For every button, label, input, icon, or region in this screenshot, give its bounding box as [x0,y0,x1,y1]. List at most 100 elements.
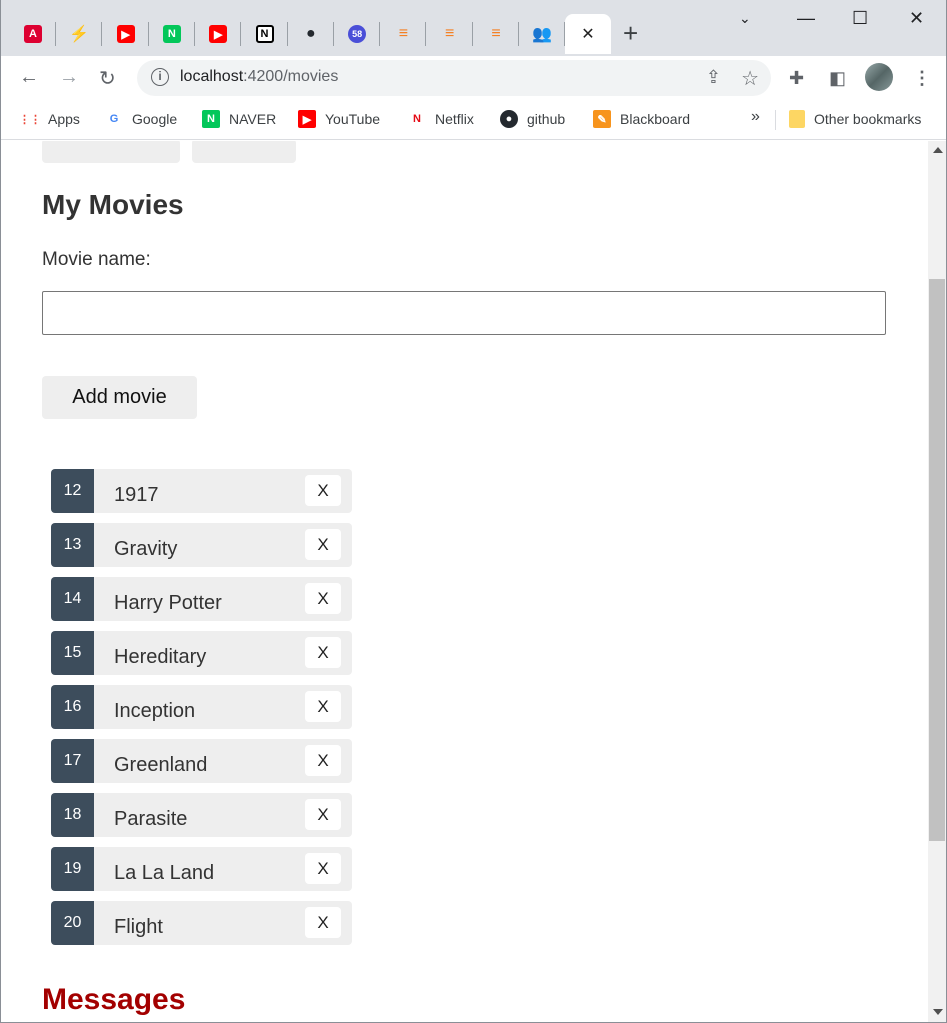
other-bookmarks[interactable]: Other bookmarks [789,109,921,129]
extensions-icon[interactable]: ✚ [789,68,804,89]
browser-tab[interactable]: ⚡ [56,14,103,54]
bookmark-label: Google [132,111,178,127]
close-tab-icon[interactable]: ✕ [581,24,594,44]
scroll-down-arrow-icon[interactable] [933,1009,943,1015]
delete-movie-button[interactable]: X [305,637,341,668]
bookmark-apps[interactable]: ⋮⋮ Apps [19,109,80,129]
movie-item[interactable]: 15 Hereditary X [51,631,352,675]
movie-list: 12 1917 X 13 Gravity X 14 Harry Potter X 15 Heredi… [51,469,352,955]
movie-name[interactable]: Flight [114,916,163,939]
share-icon[interactable]: ⇪ [706,67,721,88]
scroll-up-arrow-icon[interactable] [933,147,943,153]
delete-movie-button[interactable]: X [305,691,341,722]
naver-icon: N [162,25,181,43]
bookmarks-divider [775,110,776,130]
movie-item[interactable]: 13 Gravity X [51,523,352,567]
movie-name[interactable]: Parasite [114,808,187,831]
browser-tab[interactable]: ≡ [380,14,427,54]
nav-button[interactable] [42,141,180,163]
bookmark-naver[interactable]: N NAVER [202,109,276,129]
movie-item[interactable]: 20 Flight X [51,901,352,945]
apps-grid-icon: ⋮⋮ [19,110,41,128]
bookmark-label: Blackboard [620,111,691,127]
github-icon: ● [500,110,518,128]
movie-id-badge: 17 [51,739,94,783]
new-tab-button[interactable]: + [623,20,638,46]
folder-icon [789,110,805,128]
browser-tab[interactable]: ≡ [427,14,473,54]
stackoverflow-icon: ≡ [398,25,409,42]
movie-name-label: Movie name: [42,249,151,270]
bookmark-label: NAVER [229,111,277,127]
reload-icon[interactable]: ↻ [99,66,116,91]
bookmarks-overflow-icon[interactable]: » [751,108,760,126]
stackoverflow-icon: ≡ [491,25,501,42]
url-path: :4200/movies [243,68,339,85]
menu-kebab-icon[interactable]: ⋮ [913,68,931,89]
url-text[interactable]: localhost:4200/movies [180,68,338,86]
delete-movie-button[interactable]: X [305,475,341,506]
bookmark-netflix[interactable]: N Netflix [408,109,474,129]
scrollbar-thumb[interactable] [929,279,945,841]
movie-item[interactable]: 17 Greenland X [51,739,352,783]
movie-name[interactable]: 1917 [114,484,159,507]
minimize-button[interactable]: — [797,8,815,29]
browser-tab[interactable]: N [242,14,288,54]
movie-item[interactable]: 18 Parasite X [51,793,352,837]
delete-movie-button[interactable]: X [305,907,341,938]
movie-item[interactable]: 12 1917 X [51,469,352,513]
browser-tab[interactable]: N [149,14,195,54]
movie-name[interactable]: Gravity [114,538,177,561]
maximize-button[interactable]: ☐ [852,8,868,29]
nav-button[interactable] [192,141,296,163]
movie-item[interactable]: 19 La La Land X [51,847,352,891]
tab-search-icon[interactable]: ⌄ [739,10,751,27]
youtube-icon: ▶ [298,110,316,128]
bookmark-blackboard[interactable]: ✎ Blackboard [593,109,690,129]
notification-icon: 58 [348,25,367,43]
movie-name[interactable]: Inception [114,700,195,723]
delete-movie-button[interactable]: X [305,853,341,884]
url-host: localhost [180,68,244,85]
delete-movie-button[interactable]: X [305,583,341,614]
browser-toolbar: ← → ↻ i localhost:4200/movies ⇪ ☆ ✚ ◧ ⋮ [1,56,946,100]
active-tab[interactable]: ✕ [565,14,611,54]
bookmark-star-icon[interactable]: ☆ [741,66,759,91]
movie-name[interactable]: Hereditary [114,646,206,669]
bookmark-github[interactable]: ● github [500,109,565,129]
close-window-button[interactable]: ✕ [909,8,924,29]
add-movie-button[interactable]: Add movie [42,376,197,419]
page-scrollbar[interactable] [928,141,946,1022]
other-bookmarks-label: Other bookmarks [814,111,922,127]
movie-name[interactable]: Harry Potter [114,592,222,615]
site-info-icon[interactable]: i [151,68,169,86]
movie-name-input[interactable] [42,291,886,335]
browser-tab[interactable]: 👥 [519,14,566,54]
tab-strip: A ⚡ ▶ N ▶ N ● 58 ≡ ≡ ≡ 👥 ✕ + ⌄ — ☐ ✕ [1,0,946,56]
profile-avatar[interactable] [865,63,893,91]
browser-tab[interactable]: 58 [334,14,381,54]
browser-tab[interactable]: ▶ [103,14,149,54]
address-bar[interactable]: i localhost:4200/movies ⇪ ☆ [137,60,771,96]
delete-movie-button[interactable]: X [305,799,341,830]
bookmark-google[interactable]: G Google [105,109,177,129]
movie-name[interactable]: Greenland [114,754,207,777]
browser-tab[interactable]: ≡ [473,14,519,54]
movie-id-badge: 14 [51,577,94,621]
browser-tab[interactable]: ▶ [195,14,242,54]
browser-tab[interactable]: ● [288,14,334,54]
side-panel-icon[interactable]: ◧ [829,68,846,89]
back-icon[interactable]: ← [19,66,39,89]
movie-item[interactable]: 16 Inception X [51,685,352,729]
bookmark-youtube[interactable]: ▶ YouTube [298,109,380,129]
delete-movie-button[interactable]: X [305,745,341,776]
github-icon: ● [305,25,316,42]
forward-icon[interactable]: → [59,66,79,89]
movie-item[interactable]: 14 Harry Potter X [51,577,352,621]
bookmark-label: Netflix [435,111,474,127]
page-viewport: My Movies Movie name: Add movie 12 1917 X 1… [1,141,929,1022]
delete-movie-button[interactable]: X [305,529,341,560]
google-icon: G [105,110,123,128]
movie-name[interactable]: La La Land [114,862,214,885]
browser-tab[interactable]: A [10,14,56,54]
